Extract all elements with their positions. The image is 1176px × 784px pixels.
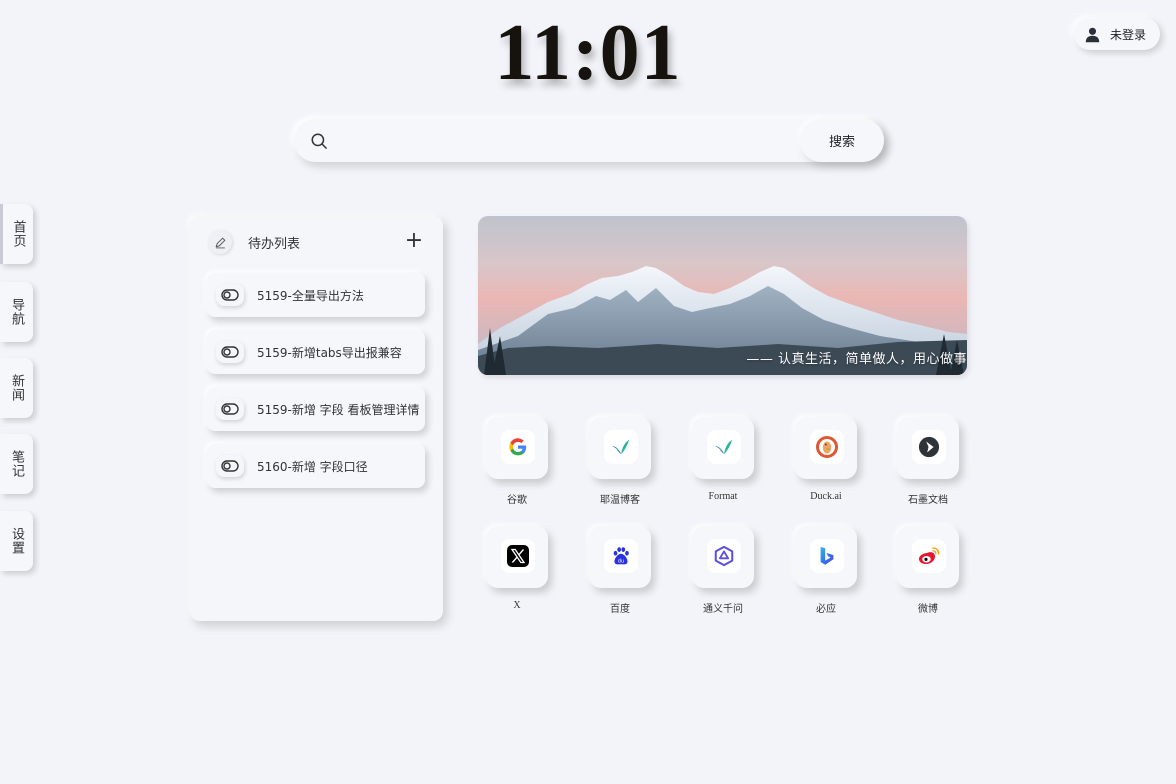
bing-icon [810,539,844,573]
shortcut-google[interactable]: 谷歌 [477,417,557,513]
shortcut-label: 石墨文档 [908,495,948,506]
search-icon [311,133,327,149]
x-icon [501,539,535,573]
todo-item[interactable]: 5159-新增 字段 看板管理详情 [207,387,425,431]
login-label: 未登录 [1110,27,1147,42]
toggle-icon[interactable] [216,284,244,306]
shortcut-baidu[interactable]: du 百度 [580,526,660,622]
todo-item-text: 5159-全量导出方法 [257,288,364,303]
svg-text:du: du [618,558,624,564]
todo-panel: 待办列表 + 5159-全量导出方法 5159-新增tabs导出报兼容 5159… [190,216,443,621]
toggle-icon[interactable] [216,398,244,420]
weibo-icon [912,539,946,573]
google-icon [501,430,535,464]
search-button[interactable]: 搜索 [800,119,884,162]
shortcut-format[interactable]: Format [683,417,763,513]
nav-item-settings[interactable]: 设置 [0,511,33,571]
tongyi-qianwen-icon [707,539,741,573]
shortcut-label: 微博 [918,604,938,615]
shortcut-duck-ai[interactable]: Duck.ai [786,417,866,513]
search-input[interactable] [338,119,800,162]
duckduckgo-icon [810,430,844,464]
todo-item[interactable]: 5159-全量导出方法 [207,273,425,317]
login-button[interactable]: 未登录 [1074,18,1160,50]
todo-item[interactable]: 5159-新增tabs导出报兼容 [207,330,425,374]
banner-image: —— 认真生活，简单做人，用心做事 [478,216,967,375]
shortcut-shimo-docs[interactable]: 石墨文档 [888,417,968,513]
shortcut-label: 必应 [816,604,836,615]
shortcut-yewen-blog[interactable]: 耶温博客 [580,417,660,513]
nav-item-home[interactable]: 首页 [0,204,33,264]
shortcut-label: 通义千问 [703,604,743,615]
shortcut-x[interactable]: X [477,526,557,622]
shortcut-label: X [513,600,521,611]
shortcut-bing[interactable]: 必应 [786,526,866,622]
yewen-blog-icon [604,430,638,464]
user-icon [1085,27,1100,42]
todo-item-text: 5159-新增tabs导出报兼容 [257,345,402,360]
format-icon [707,430,741,464]
shimo-docs-icon [912,430,946,464]
shortcut-label: Duck.ai [810,491,842,502]
todo-title: 待办列表 [248,237,301,252]
nav-item-navigation[interactable]: 导航 [0,282,33,342]
todo-item-text: 5159-新增 字段 看板管理详情 [257,402,420,417]
shortcut-label: 耶温博客 [600,495,640,506]
nav-item-notes[interactable]: 笔记 [0,434,33,494]
edit-icon[interactable] [208,230,232,254]
nav-item-news[interactable]: 新闻 [0,358,33,418]
shortcut-weibo[interactable]: 微博 [888,526,968,622]
clock: 11:01 [494,9,682,97]
shortcut-label: 百度 [610,604,630,615]
todo-item-text: 5160-新增 字段口径 [257,459,368,474]
banner-quote: —— 认真生活，简单做人，用心做事 [746,352,967,367]
baidu-icon: du [604,539,638,573]
search-bar: 搜索 [294,119,884,162]
todo-item[interactable]: 5160-新增 字段口径 [207,444,425,488]
toggle-icon[interactable] [216,341,244,363]
shortcut-label: Format [708,491,738,502]
add-todo-button[interactable]: + [404,230,424,254]
todo-header: 待办列表 + [208,230,430,254]
shortcut-tongyi-qianwen[interactable]: 通义千问 [683,526,763,622]
toggle-icon[interactable] [216,455,244,477]
shortcut-label: 谷歌 [507,495,527,506]
